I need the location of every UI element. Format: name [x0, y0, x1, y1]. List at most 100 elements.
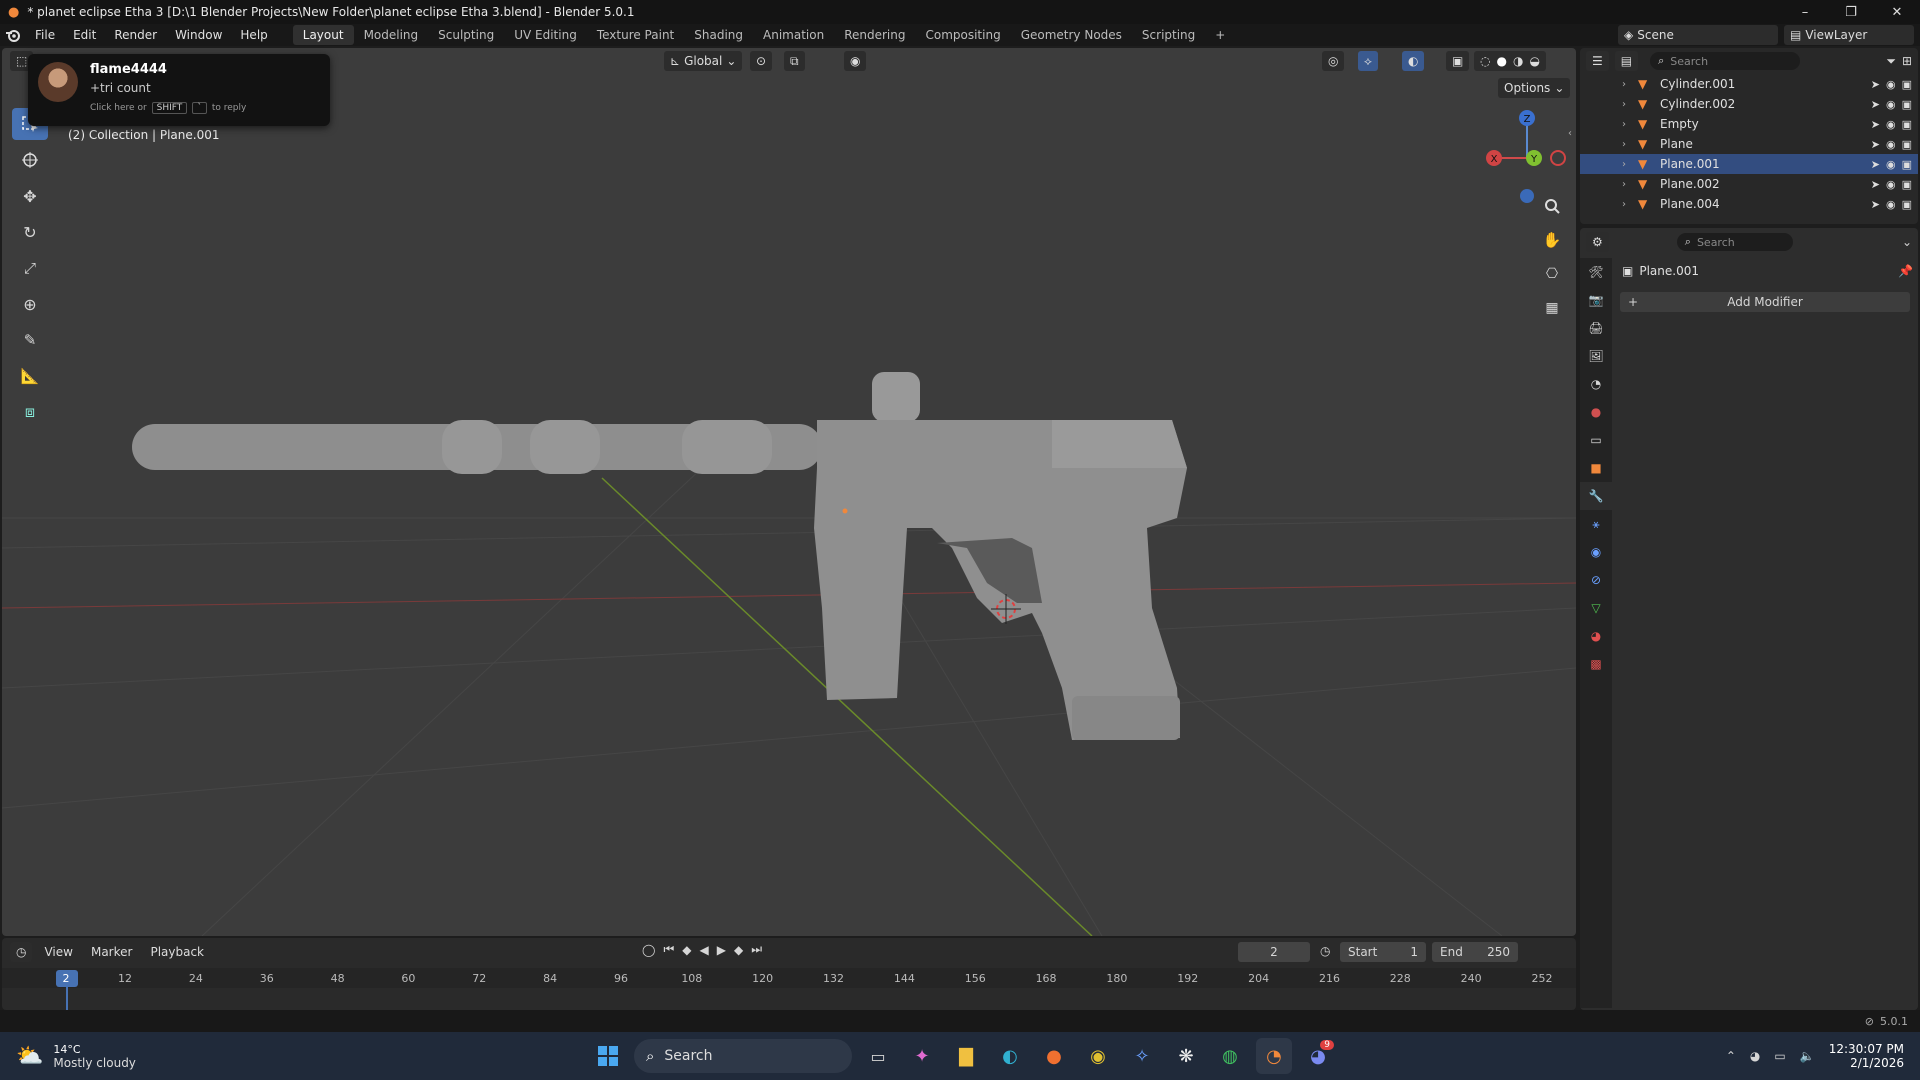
scene-tab-icon[interactable]: ◔ [1580, 370, 1612, 398]
tab-geometry-nodes[interactable]: Geometry Nodes [1011, 25, 1132, 45]
camera-render-icon[interactable]: ▣ [1902, 98, 1912, 111]
firefox-icon[interactable]: ● [1036, 1038, 1072, 1074]
expand-arrow-icon[interactable]: › [1622, 199, 1626, 210]
file-explorer-icon[interactable]: ▇ [948, 1038, 984, 1074]
expand-arrow-icon[interactable]: › [1622, 79, 1626, 90]
eye-icon[interactable]: ◉ [1886, 198, 1896, 211]
expand-arrow-icon[interactable]: › [1622, 119, 1626, 130]
menu-edit[interactable]: Edit [64, 24, 105, 46]
edge-icon[interactable]: ◐ [992, 1038, 1028, 1074]
outliner-item[interactable]: › ▼ Plane.004 ➤ ◉ ▣ [1580, 194, 1918, 214]
scale-tool[interactable]: ⤢ [12, 252, 48, 284]
jump-start-icon[interactable]: ⏮ [663, 942, 674, 957]
render-tab-icon[interactable]: 📷 [1580, 286, 1612, 314]
menu-help[interactable]: Help [231, 24, 276, 46]
constraints-tab-icon[interactable]: ⊘ [1580, 566, 1612, 594]
expand-arrow-icon[interactable]: › [1622, 139, 1626, 150]
particles-tab-icon[interactable]: ⚹ [1580, 510, 1612, 538]
zoom-icon[interactable] [1538, 192, 1566, 220]
chatgpt-icon[interactable]: ❋ [1168, 1038, 1204, 1074]
outliner-item[interactable]: › ▼ Cylinder.002 ➤ ◉ ▣ [1580, 94, 1918, 114]
discord-icon[interactable]: ◕ 9 [1300, 1038, 1336, 1074]
selectable-icon[interactable]: ➤ [1871, 178, 1880, 191]
navigation-gizmo[interactable]: Z X Y [1472, 106, 1572, 206]
start-frame-field[interactable]: Start 1 [1340, 942, 1426, 962]
selectable-icon[interactable]: ➤ [1871, 198, 1880, 211]
tab-layout[interactable]: Layout [292, 25, 354, 45]
blender-taskbar-icon[interactable]: ◔ [1256, 1038, 1292, 1074]
filter-icon[interactable]: ⏷ [1886, 54, 1896, 69]
world-tab-icon[interactable]: ● [1580, 398, 1612, 426]
xray-button[interactable]: ▣ [1446, 51, 1470, 71]
outliner-item[interactable]: › ▼ Plane ➤ ◉ ▣ [1580, 134, 1918, 154]
tab-uv-editing[interactable]: UV Editing [504, 25, 587, 45]
weather-widget[interactable]: ⛅ 14°C Mostly cloudy [0, 1043, 240, 1070]
camera-render-icon[interactable]: ▣ [1902, 178, 1912, 191]
pan-hand-icon[interactable]: ✋ [1538, 226, 1566, 254]
tab-texture-paint[interactable]: Texture Paint [587, 25, 684, 45]
blender-menu-icon[interactable] [0, 28, 26, 42]
move-tool[interactable]: ✥ [12, 180, 48, 212]
menu-render[interactable]: Render [105, 24, 166, 46]
gizmo-toggle-button[interactable]: ⟡ [1358, 51, 1378, 71]
tab-sculpting[interactable]: Sculpting [428, 25, 504, 45]
clock[interactable]: 12:30:07 PM 2/1/2026 [1829, 1042, 1904, 1070]
properties-search-field[interactable]: ⌕ Search [1676, 233, 1793, 251]
add-modifier-button[interactable]: + Add Modifier [1620, 292, 1910, 312]
outliner-item[interactable]: › ▼ Plane.002 ➤ ◉ ▣ [1580, 174, 1918, 194]
eye-icon[interactable]: ◉ [1886, 98, 1896, 111]
measure-tool[interactable]: 📐 [12, 360, 48, 392]
tab-animation[interactable]: Animation [753, 25, 834, 45]
eye-icon[interactable]: ◉ [1886, 138, 1896, 151]
eye-icon[interactable]: ◉ [1886, 78, 1896, 91]
pivot-point-button[interactable]: ⊙ [750, 51, 773, 71]
object-tab-icon[interactable]: ■ [1580, 454, 1612, 482]
timeline-menu-view[interactable]: View [38, 942, 78, 962]
camera-icon[interactable]: ⎔ [1538, 260, 1566, 288]
next-keyframe-icon[interactable]: ◆ [734, 943, 743, 957]
camera-render-icon[interactable]: ▣ [1902, 198, 1912, 211]
material-tab-icon[interactable]: ◕ [1580, 622, 1612, 650]
3d-viewport[interactable]: ⬚ ⊾ Global ⌄ ⊙ ⧉ ◉ ◎ ⟡ ◐ ▣ ◌ ● ◑ ◒ Optio… [2, 48, 1576, 936]
data-tab-icon[interactable]: ▽ [1580, 594, 1612, 622]
timeline-menu-marker[interactable]: Marker [85, 942, 138, 962]
timeline-menu-playback[interactable]: Playback [144, 942, 210, 962]
chrome-icon[interactable]: ◉ [1080, 1038, 1116, 1074]
whatsapp-icon[interactable]: ◍ [1212, 1038, 1248, 1074]
transform-tool[interactable]: ⊕ [12, 288, 48, 320]
view-layer-tab-icon[interactable]: 🖼 [1580, 342, 1612, 370]
physics-tab-icon[interactable]: ◉ [1580, 538, 1612, 566]
maximize-button[interactable]: ❐ [1828, 0, 1874, 24]
outliner-item[interactable]: › ▼ Plane.001 ➤ ◉ ▣ [1580, 154, 1918, 174]
outliner-item[interactable]: › ▼ Cylinder.001 ➤ ◉ ▣ [1580, 74, 1918, 94]
expand-arrow-icon[interactable]: › [1622, 159, 1626, 170]
tray-chevron-icon[interactable]: ⌃ [1726, 1049, 1736, 1063]
jump-end-icon[interactable]: ⏭ [751, 942, 762, 957]
eye-icon[interactable]: ◉ [1886, 178, 1896, 191]
selectable-icon[interactable]: ➤ [1871, 138, 1880, 151]
task-view-icon[interactable]: ▭ [860, 1038, 896, 1074]
perspective-grid-icon[interactable]: ▦ [1538, 294, 1566, 322]
transform-orientation-dropdown[interactable]: ⊾ Global ⌄ [664, 51, 743, 71]
overlay-toggle-button[interactable]: ◐ [1402, 51, 1425, 71]
sidebar-toggle-icon[interactable]: ‹ [1568, 128, 1572, 139]
output-tab-icon[interactable]: 🖨 [1580, 314, 1612, 342]
outliner-item[interactable]: › ▼ Empty ➤ ◉ ▣ [1580, 114, 1918, 134]
display-mode-button[interactable]: ▤ [1614, 51, 1639, 71]
camera-render-icon[interactable]: ▣ [1902, 118, 1912, 131]
add-workspace-button[interactable]: + [1205, 25, 1235, 45]
options-dropdown[interactable]: Options ⌄ [1498, 78, 1571, 98]
timeline-editor-type-button[interactable]: ◷ [10, 942, 33, 962]
pin-icon[interactable]: 📌 [1898, 264, 1913, 278]
current-frame-field[interactable]: 2 [1238, 942, 1310, 962]
add-cube-tool[interactable]: ⧈ [12, 396, 48, 428]
eye-icon[interactable]: ◉ [1886, 158, 1896, 171]
tab-shading[interactable]: Shading [684, 25, 753, 45]
material-shading-icon[interactable]: ◑ [1513, 54, 1523, 68]
properties-editor-type-button[interactable]: ⚙ [1586, 232, 1609, 252]
playhead-line[interactable] [66, 986, 68, 1010]
tab-compositing[interactable]: Compositing [915, 25, 1010, 45]
play-reverse-icon[interactable]: ◀ [699, 943, 708, 957]
collection-tab-icon[interactable]: ▭ [1580, 426, 1612, 454]
wireframe-shading-icon[interactable]: ◌ [1480, 54, 1490, 68]
